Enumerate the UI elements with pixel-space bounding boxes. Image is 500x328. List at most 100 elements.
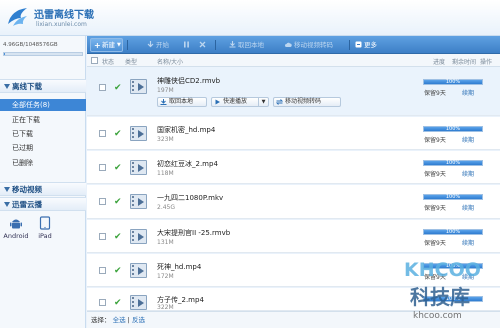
toolbar-separator xyxy=(349,40,350,50)
task-row[interactable]: ✔ 大宋提刑官II -25.rmvb 131M 100% 保留9天 续期 xyxy=(87,220,500,253)
row-checkbox[interactable] xyxy=(99,299,106,306)
sidebar: 4.96GB/1048576GB 离线下载 全部任务(8) 正在下载 已下载 已… xyxy=(0,36,86,328)
col-remaining[interactable]: 剩余时间 xyxy=(452,57,476,66)
download-arrow-icon xyxy=(147,41,154,48)
transcode-button[interactable]: 移动视频转码 xyxy=(285,39,333,51)
transcode-row-label: 移动视频转码 xyxy=(285,98,322,105)
transcode-row-button[interactable]: 移动视频转码 xyxy=(273,97,341,107)
video-file-icon xyxy=(130,126,147,141)
task-size: 131M xyxy=(157,239,174,246)
renew-link[interactable]: 续期 xyxy=(462,238,474,247)
renew-link[interactable]: 续期 xyxy=(462,88,474,97)
new-task-button[interactable]: + 新建 ▼ xyxy=(90,38,123,52)
col-action[interactable]: 操作 xyxy=(480,57,492,66)
task-name[interactable]: 初恋红豆冰_2.mp4 xyxy=(157,159,218,169)
device-ipad[interactable]: iPad xyxy=(32,216,58,246)
row-checkbox[interactable] xyxy=(99,84,106,91)
video-file-icon xyxy=(130,79,147,94)
pause-button[interactable] xyxy=(183,39,192,51)
section-cloud-play[interactable]: 迅雷云播 xyxy=(0,197,86,211)
col-type[interactable]: 类型 xyxy=(125,57,137,66)
quick-play-button[interactable]: 快速播放 ▼ xyxy=(211,97,269,107)
sidebar-item-deleted[interactable]: 已删除 xyxy=(0,157,86,169)
start-button[interactable]: 开始 xyxy=(147,39,169,51)
footer-separator: | xyxy=(127,316,130,324)
renew-link[interactable]: 续期 xyxy=(462,169,474,178)
col-progress[interactable]: 进度 xyxy=(433,57,445,66)
sidebar-item-downloaded[interactable]: 已下载 xyxy=(0,128,86,140)
ipad-icon xyxy=(39,216,51,230)
play-icon xyxy=(215,99,220,105)
watermark-domain: khcoo.com xyxy=(413,311,462,321)
quick-play-label: 快速播放 xyxy=(223,98,248,105)
section-offline-download[interactable]: 离线下载 xyxy=(0,79,86,93)
sidebar-item-all-tasks[interactable]: 全部任务(8) xyxy=(0,99,86,111)
fetch-local-label: 取回本地 xyxy=(238,41,264,49)
more-icon xyxy=(355,41,362,48)
device-android-label: Android xyxy=(3,232,29,240)
download-tray-icon xyxy=(229,41,236,48)
row-checkbox[interactable] xyxy=(99,130,106,137)
task-size: 323M xyxy=(157,136,174,143)
section-cloud-label: 迅雷云播 xyxy=(12,200,42,209)
task-name[interactable]: 死神_hd.mp4 xyxy=(157,262,201,272)
sidebar-item-downloading[interactable]: 正在下载 xyxy=(0,114,86,126)
expand-triangle-icon xyxy=(4,202,10,207)
app-url: lixian.xunlei.com xyxy=(36,21,87,28)
row-checkbox[interactable] xyxy=(99,233,106,240)
close-x-icon xyxy=(199,41,206,48)
task-row[interactable]: ✔ 一九四二1080P.mkv 2.45G 100% 保留9天 续期 xyxy=(87,185,500,219)
more-button[interactable]: 更多 xyxy=(355,39,377,51)
col-name-size[interactable]: 名称/大小 xyxy=(157,57,183,66)
progress-text: 100% xyxy=(445,79,461,85)
video-file-icon xyxy=(130,229,147,244)
khcoo-watermark-icon: KHCOO 科技库 khcoo.com xyxy=(404,259,481,321)
task-size: 2.45G xyxy=(157,204,176,211)
video-file-icon xyxy=(130,160,147,175)
task-row[interactable]: ✔ 神雕侠侣CD2.rmvb 197M 100% 保留9天 续期 取回本地 快速… xyxy=(87,67,500,116)
keep-days: 保留9天 xyxy=(424,205,446,212)
section-mobile-video[interactable]: 移动视频 xyxy=(0,182,86,196)
completed-check-icon: ✔ xyxy=(114,232,122,242)
progress-text: 100% xyxy=(445,160,461,166)
invert-selection-link[interactable]: 反选 xyxy=(132,316,145,324)
task-name[interactable]: 大宋提刑官II -25.rmvb xyxy=(157,228,230,238)
row-checkbox[interactable] xyxy=(99,267,106,274)
row-checkbox[interactable] xyxy=(99,164,106,171)
plus-icon: + xyxy=(94,41,101,50)
fetch-local-row-button[interactable]: 取回本地 xyxy=(157,97,207,107)
task-size: 118M xyxy=(157,170,174,177)
fetch-local-button[interactable]: 取回本地 xyxy=(229,39,264,51)
task-size: 322M xyxy=(157,304,174,311)
delete-button[interactable] xyxy=(199,39,208,51)
storage-quota-text: 4.96GB/1048576GB xyxy=(3,42,58,48)
toolbar-separator xyxy=(215,40,216,50)
task-name[interactable]: 神雕侠侣CD2.rmvb xyxy=(157,76,220,86)
chevron-down-icon: ▼ xyxy=(117,42,121,48)
watermark-cn: 科技库 xyxy=(410,285,470,309)
watermark: KHCOO 科技库 khcoo.com xyxy=(400,254,492,324)
device-ipad-label: iPad xyxy=(38,232,52,240)
renew-link[interactable]: 续期 xyxy=(462,135,474,144)
task-name[interactable]: 国家机密_hd.mp4 xyxy=(157,125,215,135)
task-row[interactable]: ✔ 国家机密_hd.mp4 323M 100% 保留9天 续期 xyxy=(87,117,500,150)
fetch-local-row-label: 取回本地 xyxy=(169,98,194,105)
more-label: 更多 xyxy=(364,41,377,49)
col-status[interactable]: 状态 xyxy=(102,57,114,66)
cloud-icon xyxy=(285,42,292,47)
renew-link[interactable]: 续期 xyxy=(462,203,474,212)
task-name[interactable]: 一九四二1080P.mkv xyxy=(157,193,223,203)
expand-triangle-icon xyxy=(4,187,10,192)
task-row[interactable]: ✔ 初恋红豆冰_2.mp4 118M 100% 保留9天 续期 xyxy=(87,151,500,184)
row-checkbox[interactable] xyxy=(99,198,106,205)
chevron-down-icon[interactable]: ▼ xyxy=(258,98,268,106)
toolbar-separator xyxy=(127,40,128,50)
task-size: 197M xyxy=(157,87,174,94)
storage-quota-bar xyxy=(3,52,83,56)
sidebar-item-expired[interactable]: 已过期 xyxy=(0,142,86,154)
select-all-link[interactable]: 全选 xyxy=(113,316,126,324)
select-all-checkbox[interactable] xyxy=(91,57,98,64)
app-header: 迅雷离线下载 lixian.xunlei.com xyxy=(0,0,500,36)
device-android[interactable]: Android xyxy=(3,216,29,246)
video-file-icon xyxy=(130,295,147,310)
